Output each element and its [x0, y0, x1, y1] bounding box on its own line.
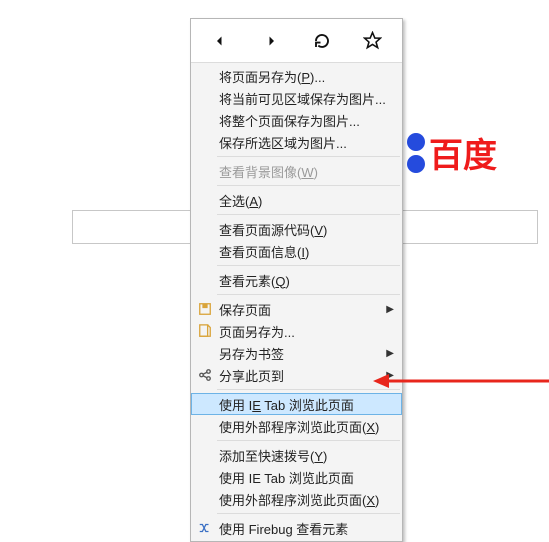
menu-share-page[interactable]: 分享此页到 ▶: [191, 364, 402, 386]
menu-label: 使用外部程序浏览此页面(X): [219, 417, 379, 436]
menu-label: 查看元素(Q): [219, 271, 290, 290]
menu-label: 页面另存为...: [219, 322, 295, 341]
menu-inspect-element[interactable]: 查看元素(Q): [191, 269, 402, 291]
separator: [217, 214, 400, 215]
baidu-logo-text: 百度: [429, 128, 497, 177]
baidu-paw-icon: [407, 131, 427, 175]
menu-view-bg-image: 查看背景图像(W): [191, 160, 402, 182]
separator: [217, 265, 400, 266]
back-button[interactable]: [198, 23, 242, 59]
menu-view-page-info[interactable]: 查看页面信息(I): [191, 240, 402, 262]
menu-save-visible-as-image[interactable]: 将当前可见区域保存为图片...: [191, 87, 402, 109]
menu-add-speed-dial[interactable]: 添加至快速拨号(Y): [191, 444, 402, 466]
context-menu: 将页面另存为(P)... 将当前可见区域保存为图片... 将整个页面保存为图片.…: [190, 18, 403, 542]
menu-save-page[interactable]: 保存页面 ▶: [191, 298, 402, 320]
baidu-logo: 百度: [407, 128, 497, 177]
menu-page-save-as[interactable]: 页面另存为...: [191, 320, 402, 342]
menu-use-external[interactable]: 使用外部程序浏览此页面(X): [191, 415, 402, 437]
menu-label: 使用外部程序浏览此页面(X): [219, 490, 379, 509]
menu-label: 全选(A): [219, 191, 262, 210]
submenu-arrow-icon: ▶: [386, 304, 394, 315]
menu-save-selection-as-image[interactable]: 保存所选区域为图片...: [191, 131, 402, 153]
menu-label: 将当前可见区域保存为图片...: [219, 89, 386, 108]
menu-label: 查看页面信息(I): [219, 242, 309, 261]
bookmark-button[interactable]: [351, 23, 395, 59]
share-icon: [197, 367, 213, 383]
menu-label: 使用 IE Tab 浏览此页面: [219, 468, 354, 487]
menu-label: 另存为书签: [219, 344, 284, 363]
separator: [217, 156, 400, 157]
menu-use-firebug[interactable]: 使用 Firebug 查看元素: [191, 517, 402, 539]
back-icon: [211, 32, 229, 50]
annotation-arrow: [373, 371, 549, 391]
save-page-icon: [197, 301, 213, 317]
firebug-icon: [197, 520, 213, 536]
separator: [217, 185, 400, 186]
menu-label: 将整个页面保存为图片...: [219, 111, 360, 130]
menu-use-external-2[interactable]: 使用外部程序浏览此页面(X): [191, 488, 402, 510]
menu-label: 使用 IE Tab 浏览此页面: [219, 395, 354, 414]
nav-toolbar: [191, 19, 402, 63]
submenu-arrow-icon: ▶: [386, 348, 394, 359]
forward-icon: [262, 32, 280, 50]
menu-use-ie-tab-2[interactable]: 使用 IE Tab 浏览此页面: [191, 466, 402, 488]
reload-icon: [313, 32, 331, 50]
menu-save-as-bookmark[interactable]: 另存为书签 ▶: [191, 342, 402, 364]
menu-label: 将页面另存为(P)...: [219, 67, 325, 86]
menu-label: 保存所选区域为图片...: [219, 133, 347, 152]
menu-label: 查看页面源代码(V): [219, 220, 327, 239]
reload-button[interactable]: [300, 23, 344, 59]
menu-label: 分享此页到: [219, 366, 284, 385]
separator: [217, 440, 400, 441]
menu-select-all[interactable]: 全选(A): [191, 189, 402, 211]
separator: [217, 513, 400, 514]
star-icon: [363, 31, 382, 50]
separator: [217, 294, 400, 295]
menu-label: 查看背景图像(W): [219, 162, 318, 181]
menu-use-ie-tab[interactable]: 使用 IE Tab 浏览此页面: [191, 393, 402, 415]
menu-label: 添加至快速拨号(Y): [219, 446, 327, 465]
menu-save-page-as[interactable]: 将页面另存为(P)...: [191, 65, 402, 87]
menu-label: 保存页面: [219, 300, 271, 319]
menu-save-whole-as-image[interactable]: 将整个页面保存为图片...: [191, 109, 402, 131]
page-save-as-icon: [197, 323, 213, 339]
forward-button[interactable]: [249, 23, 293, 59]
menu-view-source[interactable]: 查看页面源代码(V): [191, 218, 402, 240]
